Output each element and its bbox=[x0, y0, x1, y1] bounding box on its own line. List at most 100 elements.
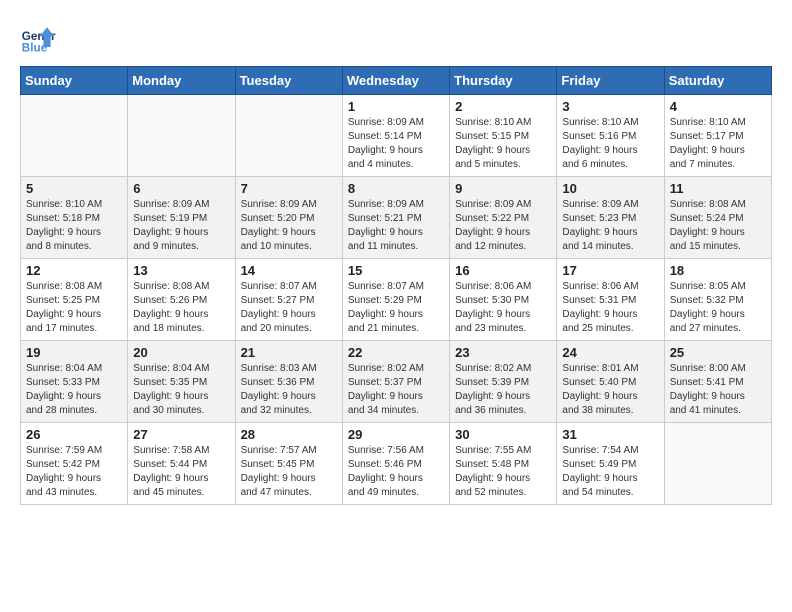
calendar-cell: 4 Sunrise: 8:10 AM Sunset: 5:17 PM Daylig… bbox=[664, 95, 771, 177]
weekday-header-wednesday: Wednesday bbox=[342, 67, 449, 95]
calendar-cell: 24 Sunrise: 8:01 AM Sunset: 5:40 PM Dayli… bbox=[557, 341, 664, 423]
day-number: 26 bbox=[26, 427, 122, 442]
calendar-cell: 22Sunrise: 8:02 AM Sunset: 5:37 PM Dayli… bbox=[342, 341, 449, 423]
day-info: Sunrise: 8:10 AM Sunset: 5:18 PM Dayligh… bbox=[26, 198, 122, 254]
calendar-header-row: SundayMondayTuesdayWednesdayThursdayFrid… bbox=[21, 67, 772, 95]
calendar-cell: 11 Sunrise: 8:08 AM Sunset: 5:24 PM Dayli… bbox=[664, 177, 771, 259]
weekday-header-friday: Friday bbox=[557, 67, 664, 95]
day-number: 16 bbox=[455, 263, 551, 278]
day-info: Sunrise: 8:10 AM Sunset: 5:16 PM Dayligh… bbox=[562, 116, 658, 172]
calendar-table: SundayMondayTuesdayWednesdayThursdayFrid… bbox=[20, 66, 772, 505]
day-info: Sunrise: 8:05 AM Sunset: 5:32 PM Dayligh… bbox=[670, 280, 766, 336]
day-number: 18 bbox=[670, 263, 766, 278]
day-info: Sunrise: 8:04 AM Sunset: 5:35 PM Dayligh… bbox=[133, 362, 229, 418]
day-number: 9 bbox=[455, 181, 551, 196]
day-info: Sunrise: 7:56 AM Sunset: 5:46 PM Dayligh… bbox=[348, 444, 444, 500]
day-info: Sunrise: 8:08 AM Sunset: 5:24 PM Dayligh… bbox=[670, 198, 766, 254]
day-info: Sunrise: 8:08 AM Sunset: 5:25 PM Dayligh… bbox=[26, 280, 122, 336]
calendar-week-row: 19 Sunrise: 8:04 AM Sunset: 5:33 PM Dayli… bbox=[21, 341, 772, 423]
calendar-cell bbox=[21, 95, 128, 177]
day-number: 20 bbox=[133, 345, 229, 360]
day-info: Sunrise: 8:07 AM Sunset: 5:27 PM Dayligh… bbox=[241, 280, 337, 336]
calendar-cell: 9 Sunrise: 8:09 AM Sunset: 5:22 PM Daylig… bbox=[450, 177, 557, 259]
calendar-cell bbox=[128, 95, 235, 177]
calendar-cell: 21 Sunrise: 8:03 AM Sunset: 5:36 PM Dayli… bbox=[235, 341, 342, 423]
day-number: 13 bbox=[133, 263, 229, 278]
logo-icon: General Blue bbox=[20, 20, 56, 56]
calendar-cell: 29 Sunrise: 7:56 AM Sunset: 5:46 PM Dayli… bbox=[342, 423, 449, 505]
calendar-cell: 25Sunrise: 8:00 AM Sunset: 5:41 PM Dayli… bbox=[664, 341, 771, 423]
day-info: Sunrise: 8:09 AM Sunset: 5:14 PM Dayligh… bbox=[348, 116, 444, 172]
calendar-cell: 20 Sunrise: 8:04 AM Sunset: 5:35 PM Dayli… bbox=[128, 341, 235, 423]
calendar-cell: 28 Sunrise: 7:57 AM Sunset: 5:45 PM Dayli… bbox=[235, 423, 342, 505]
weekday-header-saturday: Saturday bbox=[664, 67, 771, 95]
calendar-cell: 31 Sunrise: 7:54 AM Sunset: 5:49 PM Dayli… bbox=[557, 423, 664, 505]
calendar-cell: 10Sunrise: 8:09 AM Sunset: 5:23 PM Dayli… bbox=[557, 177, 664, 259]
day-info: Sunrise: 8:09 AM Sunset: 5:19 PM Dayligh… bbox=[133, 198, 229, 254]
calendar-cell: 23 Sunrise: 8:02 AM Sunset: 5:39 PM Dayli… bbox=[450, 341, 557, 423]
day-number: 5 bbox=[26, 181, 122, 196]
day-number: 12 bbox=[26, 263, 122, 278]
day-info: Sunrise: 7:55 AM Sunset: 5:48 PM Dayligh… bbox=[455, 444, 551, 500]
calendar-cell bbox=[664, 423, 771, 505]
day-number: 14 bbox=[241, 263, 337, 278]
day-number: 15 bbox=[348, 263, 444, 278]
calendar-week-row: 26Sunrise: 7:59 AM Sunset: 5:42 PM Dayli… bbox=[21, 423, 772, 505]
calendar-cell: 18 Sunrise: 8:05 AM Sunset: 5:32 PM Dayli… bbox=[664, 259, 771, 341]
day-info: Sunrise: 7:54 AM Sunset: 5:49 PM Dayligh… bbox=[562, 444, 658, 500]
day-info: Sunrise: 8:02 AM Sunset: 5:39 PM Dayligh… bbox=[455, 362, 551, 418]
calendar-cell: 12 Sunrise: 8:08 AM Sunset: 5:25 PM Dayli… bbox=[21, 259, 128, 341]
calendar-cell: 26Sunrise: 7:59 AM Sunset: 5:42 PM Dayli… bbox=[21, 423, 128, 505]
day-number: 30 bbox=[455, 427, 551, 442]
logo: General Blue bbox=[20, 20, 62, 56]
weekday-header-sunday: Sunday bbox=[21, 67, 128, 95]
calendar-cell: 14 Sunrise: 8:07 AM Sunset: 5:27 PM Dayli… bbox=[235, 259, 342, 341]
day-number: 4 bbox=[670, 99, 766, 114]
day-info: Sunrise: 8:10 AM Sunset: 5:17 PM Dayligh… bbox=[670, 116, 766, 172]
day-info: Sunrise: 8:09 AM Sunset: 5:23 PM Dayligh… bbox=[562, 198, 658, 254]
day-info: Sunrise: 8:01 AM Sunset: 5:40 PM Dayligh… bbox=[562, 362, 658, 418]
day-info: Sunrise: 8:09 AM Sunset: 5:21 PM Dayligh… bbox=[348, 198, 444, 254]
day-info: Sunrise: 8:02 AM Sunset: 5:37 PM Dayligh… bbox=[348, 362, 444, 418]
day-info: Sunrise: 8:04 AM Sunset: 5:33 PM Dayligh… bbox=[26, 362, 122, 418]
day-info: Sunrise: 8:03 AM Sunset: 5:36 PM Dayligh… bbox=[241, 362, 337, 418]
day-number: 2 bbox=[455, 99, 551, 114]
day-number: 17 bbox=[562, 263, 658, 278]
day-info: Sunrise: 8:00 AM Sunset: 5:41 PM Dayligh… bbox=[670, 362, 766, 418]
day-info: Sunrise: 8:09 AM Sunset: 5:20 PM Dayligh… bbox=[241, 198, 337, 254]
weekday-header-tuesday: Tuesday bbox=[235, 67, 342, 95]
day-info: Sunrise: 8:06 AM Sunset: 5:31 PM Dayligh… bbox=[562, 280, 658, 336]
calendar-week-row: 1 Sunrise: 8:09 AM Sunset: 5:14 PM Daylig… bbox=[21, 95, 772, 177]
day-info: Sunrise: 8:06 AM Sunset: 5:30 PM Dayligh… bbox=[455, 280, 551, 336]
weekday-header-thursday: Thursday bbox=[450, 67, 557, 95]
day-number: 19 bbox=[26, 345, 122, 360]
day-info: Sunrise: 7:58 AM Sunset: 5:44 PM Dayligh… bbox=[133, 444, 229, 500]
day-number: 7 bbox=[241, 181, 337, 196]
day-number: 24 bbox=[562, 345, 658, 360]
page-header: General Blue bbox=[20, 20, 772, 56]
day-info: Sunrise: 8:09 AM Sunset: 5:22 PM Dayligh… bbox=[455, 198, 551, 254]
day-number: 8 bbox=[348, 181, 444, 196]
calendar-cell: 8 Sunrise: 8:09 AM Sunset: 5:21 PM Daylig… bbox=[342, 177, 449, 259]
calendar-cell: 1 Sunrise: 8:09 AM Sunset: 5:14 PM Daylig… bbox=[342, 95, 449, 177]
calendar-cell: 17 Sunrise: 8:06 AM Sunset: 5:31 PM Dayli… bbox=[557, 259, 664, 341]
calendar-cell: 6Sunrise: 8:09 AM Sunset: 5:19 PM Daylig… bbox=[128, 177, 235, 259]
calendar-cell: 30 Sunrise: 7:55 AM Sunset: 5:48 PM Dayli… bbox=[450, 423, 557, 505]
day-number: 28 bbox=[241, 427, 337, 442]
calendar-cell: 27Sunrise: 7:58 AM Sunset: 5:44 PM Dayli… bbox=[128, 423, 235, 505]
day-info: Sunrise: 7:57 AM Sunset: 5:45 PM Dayligh… bbox=[241, 444, 337, 500]
calendar-cell: 16 Sunrise: 8:06 AM Sunset: 5:30 PM Dayli… bbox=[450, 259, 557, 341]
calendar-cell: 15 Sunrise: 8:07 AM Sunset: 5:29 PM Dayli… bbox=[342, 259, 449, 341]
calendar-cell: 19 Sunrise: 8:04 AM Sunset: 5:33 PM Dayli… bbox=[21, 341, 128, 423]
day-number: 31 bbox=[562, 427, 658, 442]
calendar-cell bbox=[235, 95, 342, 177]
day-number: 29 bbox=[348, 427, 444, 442]
day-info: Sunrise: 8:08 AM Sunset: 5:26 PM Dayligh… bbox=[133, 280, 229, 336]
day-info: Sunrise: 8:07 AM Sunset: 5:29 PM Dayligh… bbox=[348, 280, 444, 336]
day-number: 11 bbox=[670, 181, 766, 196]
day-info: Sunrise: 8:10 AM Sunset: 5:15 PM Dayligh… bbox=[455, 116, 551, 172]
calendar-week-row: 5 Sunrise: 8:10 AM Sunset: 5:18 PM Daylig… bbox=[21, 177, 772, 259]
day-number: 21 bbox=[241, 345, 337, 360]
day-number: 1 bbox=[348, 99, 444, 114]
day-number: 23 bbox=[455, 345, 551, 360]
